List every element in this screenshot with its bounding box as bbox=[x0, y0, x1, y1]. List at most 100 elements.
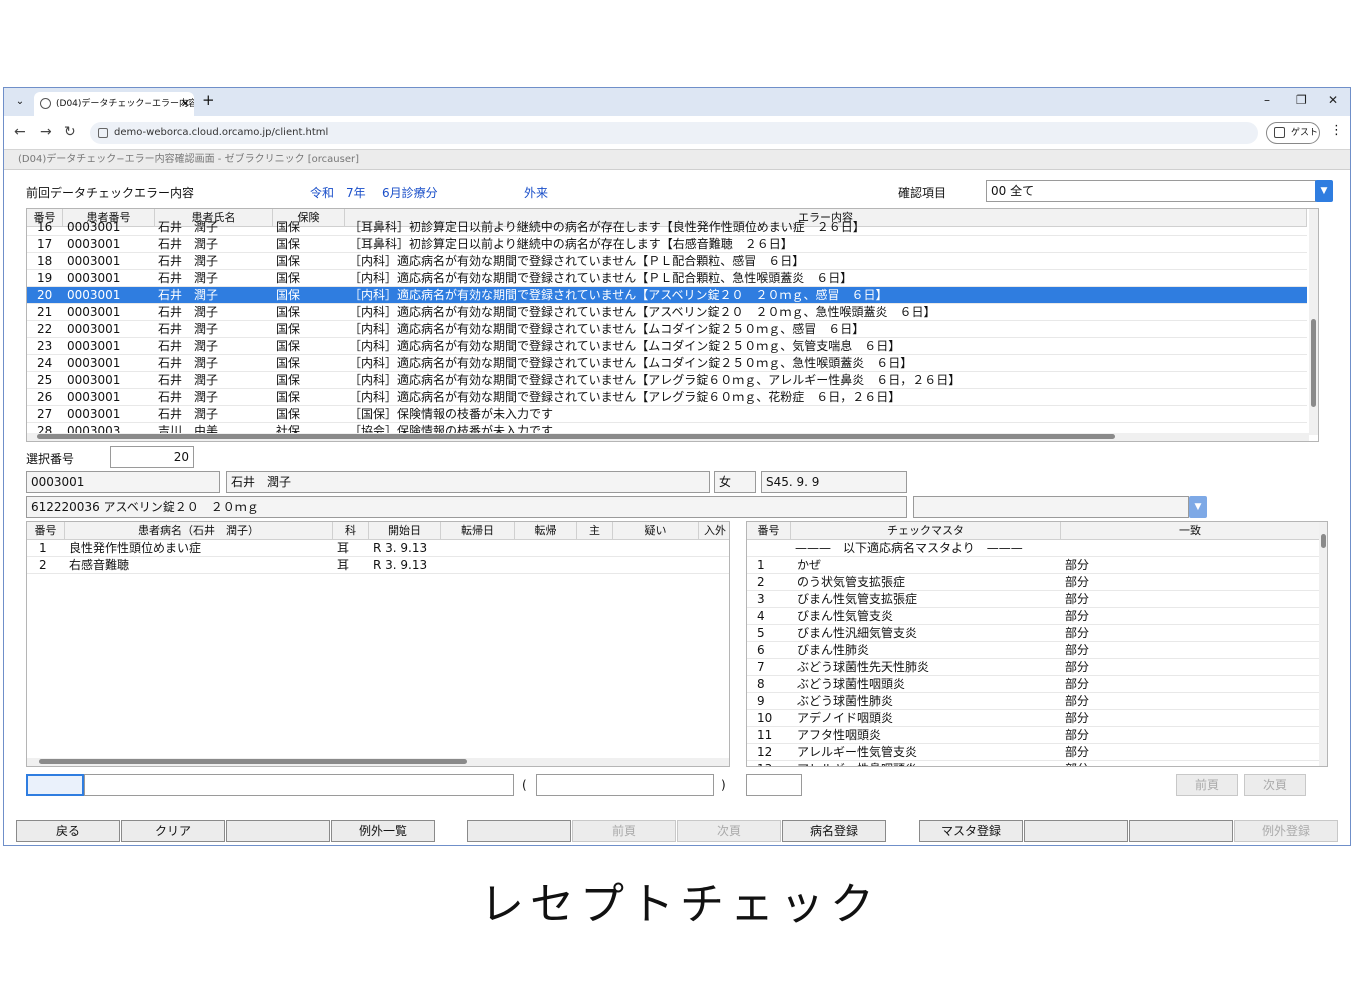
close-paren: ) bbox=[721, 778, 726, 792]
master-cell-name: びまん性汎細気管支炎 bbox=[797, 626, 918, 640]
error-cell-ins: 国保 bbox=[276, 390, 301, 404]
disease-code-input[interactable] bbox=[26, 774, 84, 796]
error-cell-msg: ［内科］適応病名が有効な期間で登録されていません【ムコダイン錠２５０ｍｇ、気管支… bbox=[349, 339, 901, 353]
disease-row[interactable]: 2 右感音難聴 耳 R 3. 9.13 bbox=[27, 557, 729, 574]
master-cell-no: 7 bbox=[757, 660, 765, 674]
exception-list-button[interactable]: 例外一覧 bbox=[331, 820, 435, 842]
error-cell-name: 石井 潤子 bbox=[158, 322, 219, 336]
prev-button[interactable]: 前頁 bbox=[572, 820, 676, 842]
master-cell-name: ぶどう球菌性先天性肺炎 bbox=[797, 660, 930, 674]
master-cell-match: 部分 bbox=[1065, 728, 1090, 742]
disease-cell-no: 2 bbox=[39, 558, 47, 572]
error-vscroll[interactable] bbox=[1309, 209, 1318, 435]
disease-row[interactable]: 1 良性発作性頭位めまい症 耳 R 3. 9.13 bbox=[27, 540, 729, 557]
master-register-button[interactable]: マスタ登録 bbox=[919, 820, 1023, 842]
close-window-icon[interactable]: ✕ bbox=[1328, 93, 1338, 107]
confirm-dropdown-icon[interactable]: ▼ bbox=[1315, 180, 1333, 202]
guest-profile-button[interactable]: ゲスト bbox=[1266, 122, 1320, 144]
master-prev-page-button[interactable]: 前頁 bbox=[1176, 774, 1238, 796]
empty-button-4[interactable] bbox=[1129, 820, 1233, 842]
mcol-no: 番号 bbox=[747, 522, 791, 540]
error-row[interactable]: 22 0003001 石井 潤子 国保 ［内科］適応病名が有効な期間で登録されていません… bbox=[27, 321, 1307, 338]
error-row[interactable]: 16 0003001 石井 潤子 国保 ［耳鼻科］初診算定日以前より継続中の病名が存在し… bbox=[27, 219, 1307, 236]
selection-number-input[interactable]: 20 bbox=[110, 446, 194, 468]
mcol-name: チェックマスタ bbox=[791, 522, 1061, 540]
master-row[interactable]: 1 かぜ 部分 bbox=[747, 557, 1319, 574]
error-cell-pid: 0003001 bbox=[67, 373, 121, 387]
master-cell-name: アレルギー性鼻咽頭炎 bbox=[797, 761, 1057, 766]
error-row[interactable]: 19 0003001 石井 潤子 国保 ［内科］適応病名が有効な期間で登録されていません… bbox=[27, 270, 1307, 287]
master-row[interactable]: 4 びまん性気管支炎 部分 bbox=[747, 608, 1319, 625]
master-row[interactable]: 7 ぶどう球菌性先天性肺炎 部分 bbox=[747, 659, 1319, 676]
master-row[interactable]: 8 ぶどう球菌性咽頭炎 部分 bbox=[747, 676, 1319, 693]
empty-button-2[interactable] bbox=[467, 820, 571, 842]
next-button[interactable]: 次頁 bbox=[677, 820, 781, 842]
tab-search-icon[interactable]: ⌄ bbox=[12, 94, 28, 110]
error-vscroll-thumb[interactable] bbox=[1311, 319, 1316, 407]
master-row[interactable]: 6 びまん性肺炎 部分 bbox=[747, 642, 1319, 659]
master-vscroll[interactable] bbox=[1319, 522, 1327, 766]
error-row[interactable]: 20 0003001 石井 潤子 国保 ［内科］適応病名が有効な期間で登録されていません… bbox=[27, 287, 1307, 304]
url-bar[interactable]: demo-weborca.cloud.orcamo.jp/client.html bbox=[90, 122, 1258, 144]
master-cell-match: 部分 bbox=[1065, 660, 1090, 674]
menu-kebab-icon[interactable]: ⋮ bbox=[1330, 123, 1343, 138]
forward-icon[interactable]: → bbox=[40, 124, 52, 140]
comment-input[interactable] bbox=[536, 774, 714, 796]
master-row[interactable]: 5 びまん性汎細気管支炎 部分 bbox=[747, 625, 1319, 642]
error-cell-name: 石井 潤子 bbox=[158, 390, 219, 404]
master-row[interactable]: 10 アデノイド咽頭炎 部分 bbox=[747, 710, 1319, 727]
master-input[interactable] bbox=[746, 774, 802, 796]
close-tab-icon[interactable]: ✕ bbox=[181, 92, 190, 116]
error-row[interactable]: 27 0003001 石井 潤子 国保 ［国保］保険情報の枝番が未入力です bbox=[27, 406, 1307, 423]
master-cell-match: 部分 bbox=[1065, 694, 1090, 708]
drug-option-select[interactable] bbox=[913, 496, 1189, 518]
back-icon[interactable]: ← bbox=[14, 124, 26, 140]
restore-icon[interactable]: ❐ bbox=[1296, 93, 1307, 107]
minimize-icon[interactable]: – bbox=[1264, 93, 1270, 107]
empty-button-1[interactable] bbox=[226, 820, 330, 842]
drug-option-dropdown-icon[interactable]: ▼ bbox=[1189, 496, 1207, 518]
exception-register-button[interactable]: 例外登録 bbox=[1234, 820, 1338, 842]
master-row[interactable]: 13 アレルギー性鼻咽頭炎 部分 bbox=[747, 761, 1319, 766]
error-cell-pid: 0003001 bbox=[67, 254, 121, 268]
error-cell-no: 21 bbox=[37, 305, 53, 319]
confirm-item-select[interactable]: 00 全て bbox=[986, 180, 1316, 202]
master-next-page-button[interactable]: 次頁 bbox=[1244, 774, 1306, 796]
master-cell-no: 4 bbox=[757, 609, 765, 623]
clear-button[interactable]: クリア bbox=[121, 820, 225, 842]
disease-name-input[interactable] bbox=[84, 774, 514, 796]
browser-tab[interactable]: (D04)データチェック−エラー内容確 ✕ bbox=[34, 92, 194, 116]
site-info-icon[interactable] bbox=[98, 128, 108, 138]
error-hscroll[interactable] bbox=[27, 433, 1309, 441]
master-row[interactable]: 2 のう状気管支拡張症 部分 bbox=[747, 574, 1319, 591]
reload-icon[interactable]: ↻ bbox=[64, 124, 76, 140]
error-row[interactable]: 24 0003001 石井 潤子 国保 ［内科］適応病名が有効な期間で登録されていません… bbox=[27, 355, 1307, 372]
disease-hscroll[interactable] bbox=[27, 758, 729, 766]
disease-hscroll-thumb[interactable] bbox=[39, 759, 467, 764]
empty-button-3[interactable] bbox=[1024, 820, 1128, 842]
error-cell-ins: 国保 bbox=[276, 220, 301, 234]
master-row[interactable]: 11 アフタ性咽頭炎 部分 bbox=[747, 727, 1319, 744]
master-row[interactable]: 9 ぶどう球菌性肺炎 部分 bbox=[747, 693, 1319, 710]
master-vscroll-thumb[interactable] bbox=[1321, 534, 1326, 548]
master-row[interactable]: 3 びまん性気管支拡張症 部分 bbox=[747, 591, 1319, 608]
master-cell-no: 10 bbox=[757, 711, 773, 725]
error-row[interactable]: 23 0003001 石井 潤子 国保 ［内科］適応病名が有効な期間で登録されていません… bbox=[27, 338, 1307, 355]
error-hscroll-thumb[interactable] bbox=[37, 434, 1115, 439]
error-row[interactable]: 21 0003001 石井 潤子 国保 ［内科］適応病名が有効な期間で登録されていません… bbox=[27, 304, 1307, 321]
error-row[interactable]: 26 0003001 石井 潤子 国保 ［内科］適応病名が有効な期間で登録されていません… bbox=[27, 389, 1307, 406]
error-cell-pid: 0003001 bbox=[67, 407, 121, 421]
error-cell-no: 17 bbox=[37, 237, 53, 251]
disease-cell-name: 右感音難聴 bbox=[69, 558, 130, 572]
new-tab-icon[interactable]: + bbox=[202, 91, 215, 109]
error-row[interactable]: 18 0003001 石井 潤子 国保 ［内科］適応病名が有効な期間で登録されていません… bbox=[27, 253, 1307, 270]
master-cell-name: アデノイド咽頭炎 bbox=[797, 711, 894, 725]
disease-register-button[interactable]: 病名登録 bbox=[782, 820, 886, 842]
error-row[interactable]: 17 0003001 石井 潤子 国保 ［耳鼻科］初診算定日以前より継続中の病名が存在し… bbox=[27, 236, 1307, 253]
selection-number-label: 選択番号 bbox=[26, 452, 75, 466]
error-row[interactable]: 25 0003001 石井 潤子 国保 ［内科］適応病名が有効な期間で登録されていません… bbox=[27, 372, 1307, 389]
master-cell-no: 2 bbox=[757, 575, 765, 589]
master-row[interactable]: 12 アレルギー性気管支炎 部分 bbox=[747, 744, 1319, 761]
error-cell-pid: 0003001 bbox=[67, 322, 121, 336]
back-button[interactable]: 戻る bbox=[16, 820, 120, 842]
